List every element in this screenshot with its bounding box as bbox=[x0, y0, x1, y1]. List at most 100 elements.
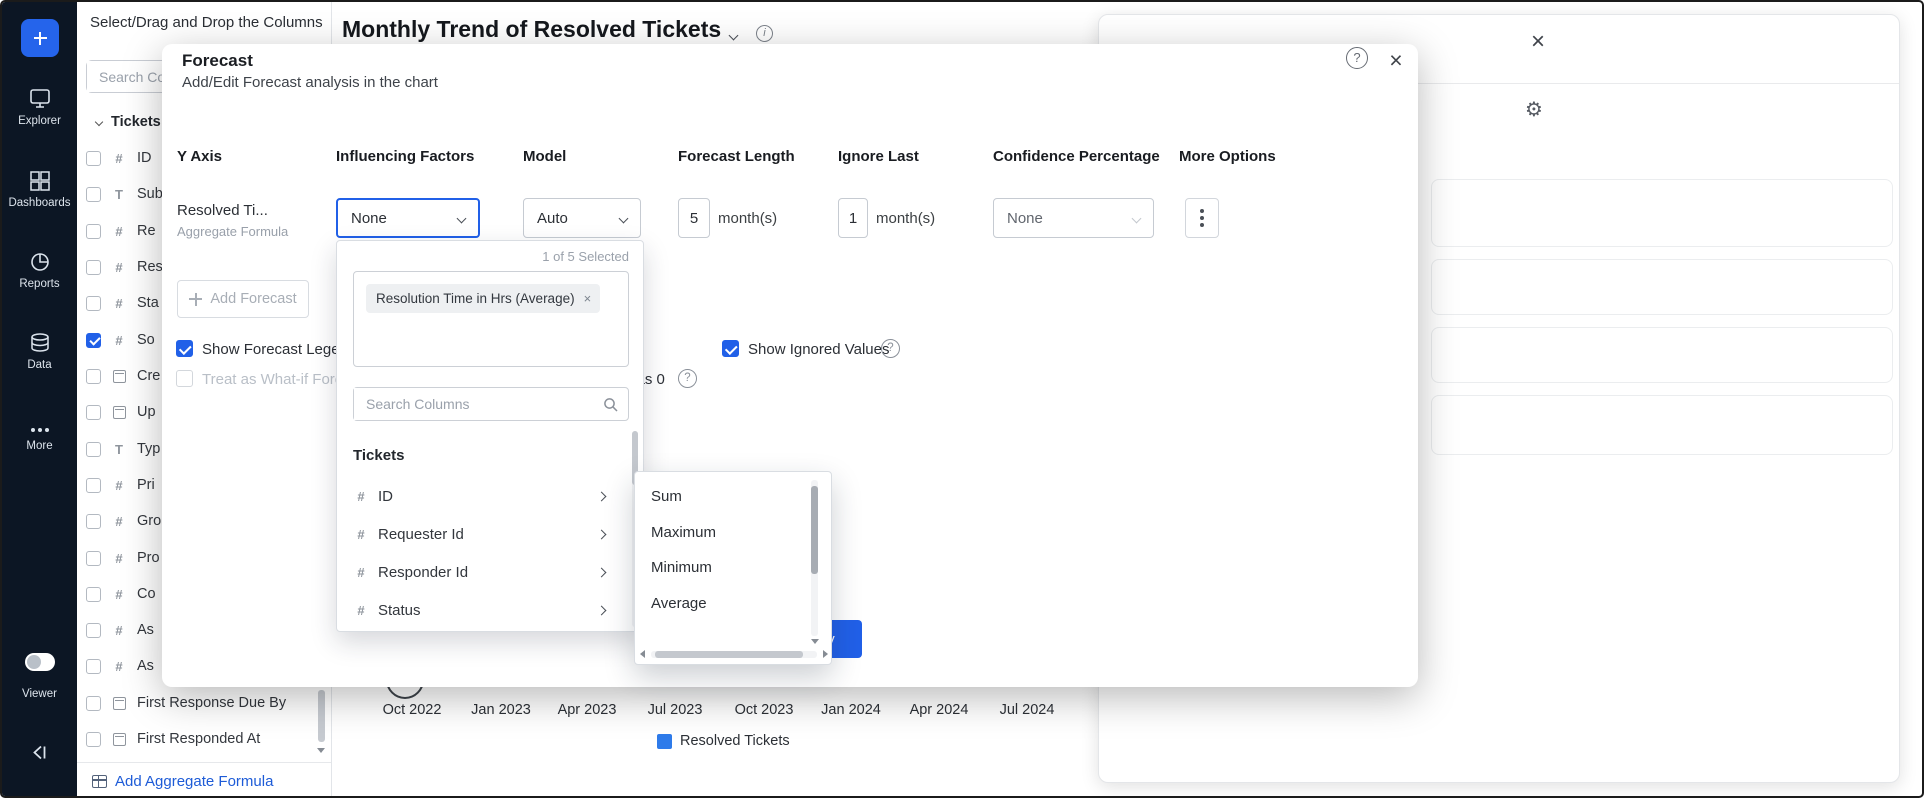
add-aggregate-formula-button[interactable]: Add Aggregate Formula bbox=[92, 773, 273, 790]
submenu-item-average[interactable]: Average bbox=[635, 587, 805, 621]
close-icon[interactable]: × bbox=[1382, 46, 1410, 74]
influencing-factors-dropdown: 1 of 5 Selected Resolution Time in Hrs (… bbox=[336, 240, 644, 632]
x-axis-tick: Jan 2023 bbox=[456, 702, 546, 718]
date-type-icon bbox=[113, 370, 126, 383]
help-icon[interactable]: ? bbox=[678, 369, 697, 388]
confidence-percentage-select[interactable]: None bbox=[993, 198, 1154, 238]
number-type-icon: # bbox=[355, 489, 367, 504]
x-axis-tick: Jul 2023 bbox=[630, 702, 720, 718]
explorer-monitor-icon bbox=[2, 88, 77, 112]
y-axis-field-name: Resolved Ti... bbox=[177, 202, 268, 219]
sidebar-item-label: Reports bbox=[2, 278, 77, 290]
scroll-down-icon[interactable] bbox=[317, 748, 325, 753]
scrollbar-thumb[interactable] bbox=[811, 486, 818, 574]
submenu-item-minimum[interactable]: Minimum bbox=[635, 551, 805, 585]
column-checkbox[interactable] bbox=[86, 405, 101, 420]
chart-legend[interactable]: Resolved Tickets bbox=[657, 733, 790, 749]
forecast-length-input[interactable] bbox=[678, 198, 710, 238]
collapse-sidebar-icon[interactable] bbox=[28, 744, 50, 766]
submenu-item-sum[interactable]: Sum bbox=[635, 480, 805, 514]
column-checkbox[interactable] bbox=[86, 260, 101, 275]
column-checkbox[interactable] bbox=[86, 333, 101, 348]
info-icon[interactable]: i bbox=[756, 25, 773, 42]
toggle-knob-icon bbox=[27, 655, 41, 669]
dialog-title: Forecast bbox=[182, 51, 253, 71]
search-icon bbox=[603, 397, 618, 412]
column-checkbox[interactable] bbox=[86, 587, 101, 602]
viewer-toggle[interactable] bbox=[25, 653, 55, 671]
panel-card[interactable] bbox=[1431, 179, 1893, 247]
panel-card[interactable] bbox=[1431, 395, 1893, 455]
column-checkbox[interactable] bbox=[86, 151, 101, 166]
show-forecast-legend-checkbox[interactable] bbox=[176, 340, 193, 357]
dropdown-item-requester-id[interactable]: # Requester Id bbox=[337, 515, 625, 553]
help-icon[interactable]: ? bbox=[881, 339, 900, 358]
kebab-icon bbox=[1200, 216, 1204, 220]
aggregate-submenu: Sum Maximum Minimum Average bbox=[634, 471, 832, 665]
column-checkbox[interactable] bbox=[86, 514, 101, 529]
create-new-button[interactable] bbox=[21, 19, 59, 57]
column-checkbox[interactable] bbox=[86, 369, 101, 384]
dropdown-search bbox=[353, 387, 629, 421]
number-type-icon: # bbox=[111, 151, 127, 166]
column-checkbox[interactable] bbox=[86, 187, 101, 202]
tickets-section-header[interactable]: Tickets bbox=[96, 108, 161, 136]
submenu-item-maximum[interactable]: Maximum bbox=[635, 516, 805, 550]
column-checkbox[interactable] bbox=[86, 732, 101, 747]
dropdown-search-input[interactable] bbox=[354, 388, 579, 420]
column-checkbox[interactable] bbox=[86, 659, 101, 674]
sidebar-item-data[interactable]: Data bbox=[2, 332, 77, 371]
dropdown-item-id[interactable]: # ID bbox=[337, 477, 625, 515]
aggregate-formula-icon bbox=[92, 775, 107, 788]
column-row[interactable]: First Response Due By bbox=[77, 685, 331, 721]
column-checkbox[interactable] bbox=[86, 478, 101, 493]
scroll-left-icon[interactable] bbox=[640, 650, 645, 658]
column-header-forecast-length: Forecast Length bbox=[678, 148, 795, 165]
more-options-button[interactable] bbox=[1185, 198, 1219, 238]
column-checkbox[interactable] bbox=[86, 296, 101, 311]
settings-gear-icon[interactable]: ⚙ bbox=[1525, 97, 1543, 121]
sidebar: Explorer Dashboards Reports Data More bbox=[2, 2, 77, 796]
column-checkbox[interactable] bbox=[86, 551, 101, 566]
chevron-right-icon bbox=[597, 529, 607, 539]
scroll-right-icon[interactable] bbox=[823, 650, 828, 658]
add-forecast-button[interactable]: Add Forecast bbox=[177, 280, 309, 318]
number-type-icon: # bbox=[355, 603, 367, 618]
text-type-icon: T bbox=[111, 442, 127, 457]
column-checkbox[interactable] bbox=[86, 224, 101, 239]
dropdown-item-responder-id[interactable]: # Responder Id bbox=[337, 553, 625, 591]
column-row[interactable]: First Responded At bbox=[77, 721, 331, 757]
columns-scrollbar-thumb[interactable] bbox=[318, 690, 325, 742]
what-if-forecast-checkbox[interactable] bbox=[176, 370, 193, 387]
sidebar-item-label: Explorer bbox=[2, 115, 77, 127]
scrollbar-thumb[interactable] bbox=[655, 651, 803, 658]
date-type-icon bbox=[113, 406, 126, 419]
ignore-last-unit: month(s) bbox=[876, 210, 935, 227]
column-checkbox[interactable] bbox=[86, 696, 101, 711]
column-checkbox[interactable] bbox=[86, 623, 101, 638]
panel-card[interactable] bbox=[1431, 327, 1893, 383]
number-type-icon: # bbox=[355, 565, 367, 580]
panel-card[interactable] bbox=[1431, 259, 1893, 315]
remove-chip-icon[interactable]: × bbox=[584, 291, 592, 306]
forecast-length-unit: month(s) bbox=[718, 210, 777, 227]
selected-chip[interactable]: Resolution Time in Hrs (Average) × bbox=[366, 284, 600, 313]
selected-chips-box: Resolution Time in Hrs (Average) × bbox=[353, 271, 629, 367]
help-icon[interactable]: ? bbox=[1346, 47, 1368, 69]
title-caret-icon[interactable] bbox=[729, 31, 739, 41]
ignore-last-input[interactable] bbox=[838, 198, 868, 238]
sidebar-item-label: More bbox=[2, 440, 77, 452]
column-checkbox[interactable] bbox=[86, 442, 101, 457]
close-icon[interactable]: × bbox=[1525, 29, 1551, 55]
show-ignored-values-checkbox[interactable] bbox=[722, 340, 739, 357]
dropdown-item-status[interactable]: # Status bbox=[337, 591, 625, 629]
number-type-icon: # bbox=[111, 296, 127, 311]
x-axis-tick: Jan 2024 bbox=[806, 702, 896, 718]
sidebar-item-dashboards[interactable]: Dashboards bbox=[2, 170, 77, 209]
influencing-factors-select[interactable]: None bbox=[336, 198, 480, 238]
scroll-down-icon[interactable] bbox=[811, 639, 819, 644]
sidebar-item-explorer[interactable]: Explorer bbox=[2, 88, 77, 127]
sidebar-item-more[interactable]: More bbox=[2, 413, 77, 452]
sidebar-item-reports[interactable]: Reports bbox=[2, 251, 77, 290]
model-select[interactable]: Auto bbox=[523, 198, 641, 238]
